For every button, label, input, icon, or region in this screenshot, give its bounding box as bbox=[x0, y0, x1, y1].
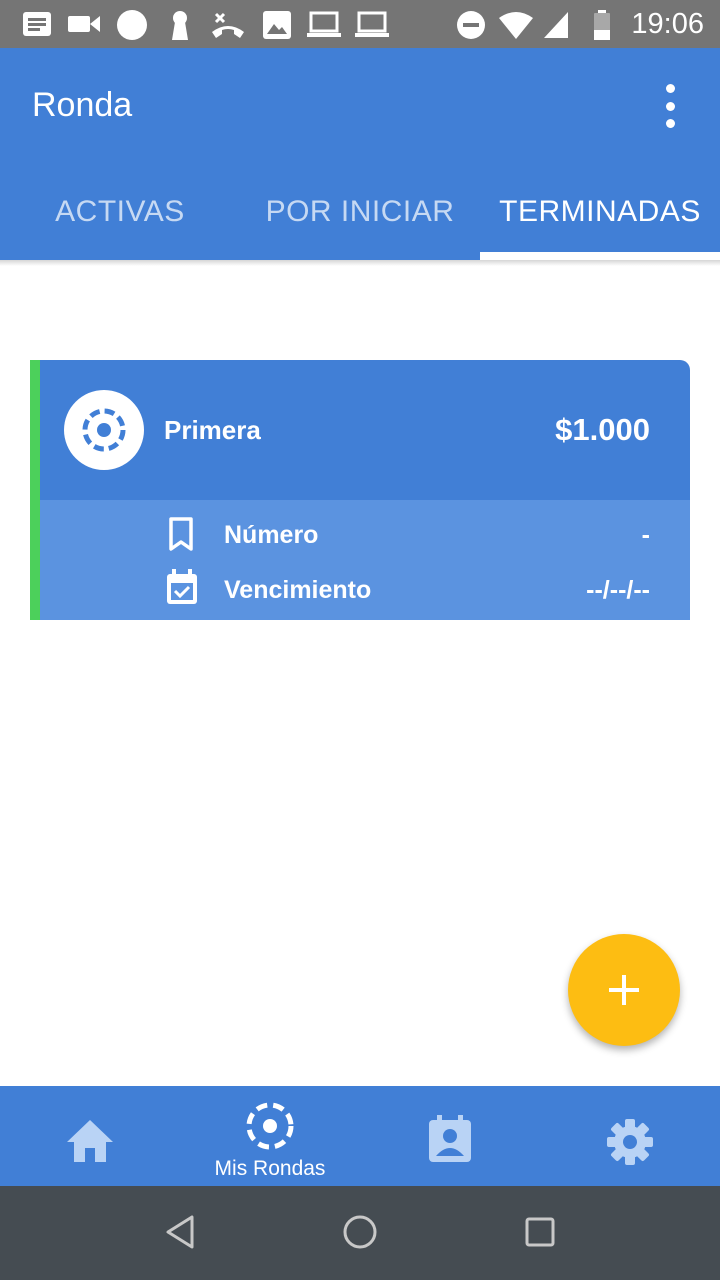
calendar-check-icon bbox=[167, 569, 197, 604]
app-bar: Ronda ACTIVAS POR INICIAR TERMINADAS bbox=[0, 48, 720, 260]
add-ronda-button[interactable] bbox=[568, 934, 680, 1046]
divider bbox=[0, 260, 720, 266]
bookmark-icon bbox=[169, 517, 193, 551]
status-bar: 19:06 bbox=[0, 0, 720, 48]
more-vert-icon[interactable] bbox=[650, 84, 690, 128]
video-icon bbox=[68, 16, 100, 32]
contact-calendar-icon bbox=[429, 1115, 471, 1162]
ronda-circle-icon bbox=[246, 1102, 294, 1150]
home-icon bbox=[67, 1120, 113, 1162]
wifi-icon bbox=[499, 12, 533, 39]
circle-icon bbox=[117, 10, 147, 40]
settings-icon bbox=[607, 1119, 653, 1165]
system-navigation bbox=[0, 1186, 720, 1280]
bottom-navigation: Mis Rondas bbox=[0, 1086, 720, 1186]
tab-terminadas[interactable]: TERMINADAS bbox=[480, 188, 720, 260]
avatar bbox=[64, 390, 144, 470]
laptop-icon bbox=[355, 11, 389, 37]
notes-icon bbox=[23, 12, 51, 36]
back-icon[interactable] bbox=[164, 1214, 198, 1250]
clock: 19:06 bbox=[631, 8, 704, 40]
home-circle-icon[interactable] bbox=[342, 1214, 378, 1250]
tab-por-iniciar[interactable]: POR INICIAR bbox=[240, 188, 480, 260]
app-title: Ronda bbox=[32, 86, 133, 124]
signal-icon bbox=[544, 12, 568, 38]
numero-value: - bbox=[641, 521, 650, 549]
call-end-icon bbox=[212, 12, 244, 38]
nav-item-home[interactable] bbox=[0, 1086, 180, 1186]
battery-icon bbox=[594, 10, 610, 40]
status-accent bbox=[30, 360, 40, 620]
ronda-name: Primera bbox=[164, 415, 261, 445]
ronda-card[interactable]: Primera $1.000 Número - Vencimiento --/-… bbox=[30, 360, 690, 620]
tab-activas[interactable]: ACTIVAS bbox=[0, 188, 240, 260]
tab-label: TERMINADAS bbox=[499, 195, 701, 228]
nav-item-mis-rondas[interactable]: Mis Rondas bbox=[180, 1086, 360, 1186]
ronda-amount: $1.000 bbox=[555, 412, 650, 447]
card-header: Primera $1.000 bbox=[40, 360, 690, 500]
recents-icon[interactable] bbox=[524, 1216, 556, 1248]
do-not-disturb-icon bbox=[457, 11, 485, 39]
numero-label: Número bbox=[224, 521, 319, 549]
nav-label: Mis Rondas bbox=[214, 1157, 326, 1180]
tab-label: ACTIVAS bbox=[55, 195, 185, 228]
card-details: Número - Vencimiento --/--/-- bbox=[40, 500, 690, 620]
keyhole-icon bbox=[172, 11, 188, 40]
vencimiento-label: Vencimiento bbox=[224, 576, 372, 604]
tab-label: POR INICIAR bbox=[265, 195, 455, 228]
vencimiento-value: --/--/-- bbox=[586, 576, 650, 604]
image-icon bbox=[263, 11, 291, 39]
laptop-icon bbox=[307, 11, 341, 37]
nav-item-contacts[interactable] bbox=[360, 1086, 540, 1186]
nav-item-settings[interactable] bbox=[540, 1086, 720, 1186]
ronda-circle-icon bbox=[82, 408, 126, 452]
plus-icon bbox=[609, 975, 639, 1005]
tab-indicator bbox=[480, 252, 720, 260]
